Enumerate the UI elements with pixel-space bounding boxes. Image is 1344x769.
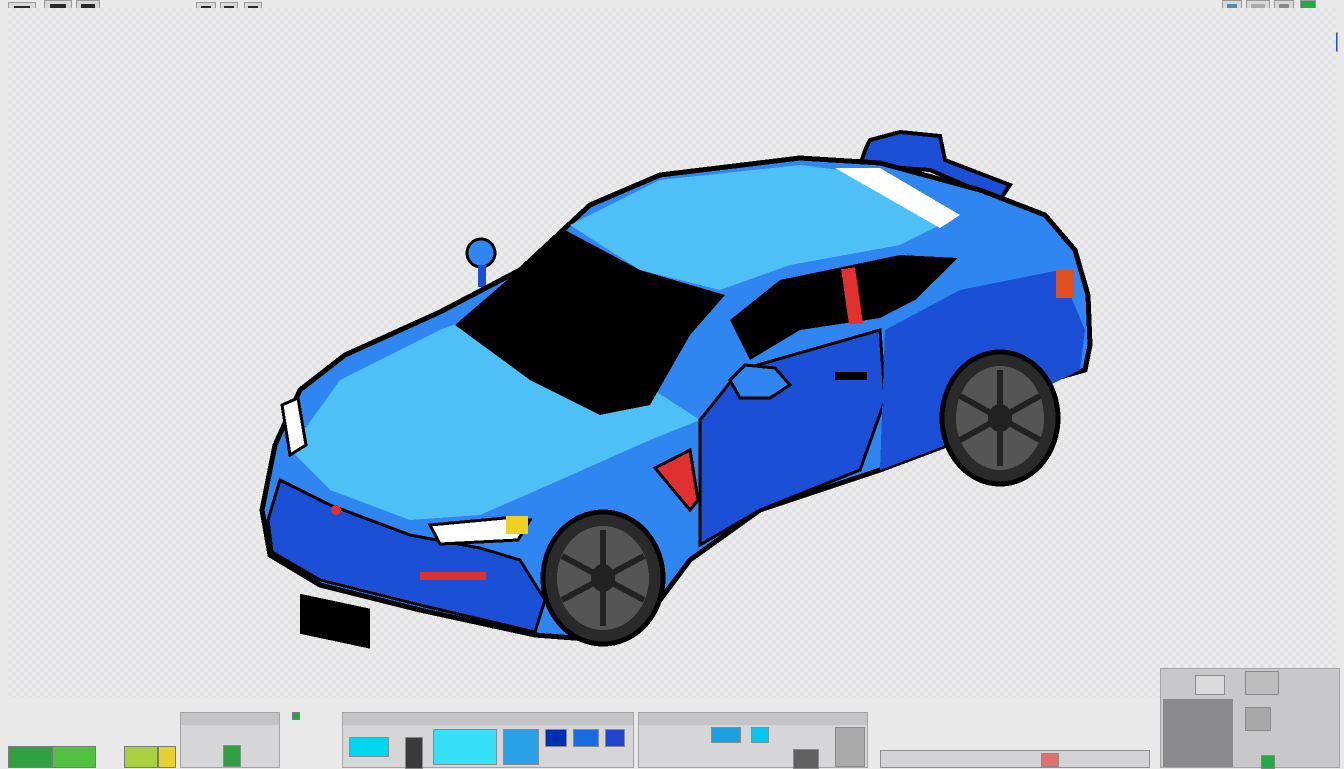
panel-cell[interactable] [711, 727, 741, 743]
car-tail-light [1056, 270, 1074, 298]
palette-swatch[interactable] [158, 746, 176, 768]
car-door-handle [835, 372, 867, 380]
palette-swatch[interactable] [124, 746, 158, 768]
color-panel-2 [638, 712, 868, 769]
palette-swatch[interactable] [8, 746, 52, 768]
brush-panel [180, 712, 280, 768]
car-front-wheel [540, 509, 666, 647]
panel-cell[interactable] [605, 729, 625, 747]
tool-cluster [1160, 668, 1340, 769]
panel-cell[interactable] [835, 727, 865, 767]
panel-cell[interactable] [433, 729, 497, 765]
accent-swatch[interactable] [292, 712, 300, 720]
tool-button[interactable] [1245, 707, 1271, 731]
car-badge [331, 505, 341, 515]
car-front-intake [300, 593, 370, 649]
status-bar [880, 750, 1150, 768]
car-mirror-left-post [478, 265, 486, 287]
car-sprite [259, 129, 1093, 649]
tool-button[interactable] [1245, 671, 1279, 695]
pointer-icon[interactable] [1195, 675, 1225, 695]
green-indicator-icon [1261, 755, 1275, 769]
panel-cell[interactable] [349, 737, 389, 757]
panel-cell[interactable] [545, 729, 567, 747]
panel-cell[interactable] [793, 749, 819, 769]
panel-cell[interactable] [405, 737, 423, 769]
palette-swatch[interactable] [52, 746, 96, 768]
color-panel-1 [342, 712, 634, 769]
brush-preview[interactable] [223, 745, 241, 767]
car-rear-wheel [939, 349, 1061, 487]
panel-cell[interactable] [503, 729, 539, 765]
panel-cell[interactable] [751, 727, 769, 743]
status-indicator [1041, 753, 1059, 767]
car-mirror-left [465, 237, 497, 269]
panel-cell[interactable] [573, 729, 599, 747]
car-signal-light [506, 516, 528, 534]
car-fog-light [420, 572, 486, 580]
preview-pane [1163, 699, 1233, 767]
